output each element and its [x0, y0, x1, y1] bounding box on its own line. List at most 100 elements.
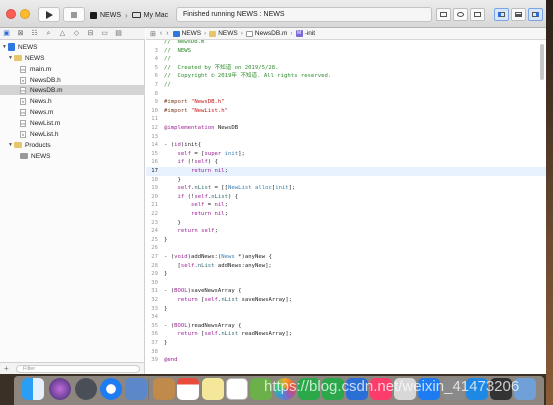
navigator-item-file[interactable]: m NewList.m: [20, 118, 60, 128]
code-line[interactable]: // NewsDB.m: [146, 40, 546, 47]
scheme-selector[interactable]: NEWS › My Mac: [90, 9, 168, 21]
close-window-button[interactable]: [6, 9, 16, 19]
navigator-item-group[interactable]: ▼ Products: [8, 140, 51, 150]
standard-editor-button[interactable]: [436, 8, 451, 21]
breadcrumb-item[interactable]: NEWS: [182, 30, 202, 37]
code-line[interactable]: 27 - (void)addNews:(News *)anyNew {: [146, 253, 546, 262]
mail-dock-icon[interactable]: [125, 378, 147, 400]
calendar-dock-icon[interactable]: [177, 378, 199, 400]
navigator-item-file[interactable]: m News.m: [20, 107, 53, 117]
navigator-item-label: NEWS: [25, 54, 45, 62]
code-line[interactable]: 13: [146, 133, 546, 142]
line-number: 8: [154, 90, 158, 97]
add-icon[interactable]: +: [4, 364, 9, 373]
code-line[interactable]: 34: [146, 313, 546, 322]
filter-input[interactable]: Filter: [16, 365, 140, 373]
hierarchy-icon[interactable]: ☷: [30, 30, 39, 38]
code-line[interactable]: 38: [146, 348, 546, 357]
line-number: 31: [151, 288, 158, 295]
code-line[interactable]: 25}: [146, 236, 546, 245]
navigator-item-file-selected[interactable]: m NewsDB.m: [0, 85, 145, 95]
code-line[interactable]: 36 return [self.nList readNewsArray];: [146, 330, 546, 339]
reminders-dock-icon[interactable]: [226, 378, 248, 400]
related-items-icon[interactable]: ⊞: [150, 30, 156, 38]
debug-icon[interactable]: ⊟: [86, 30, 95, 38]
source-editor[interactable]: // NewsDB.m 3 // NEWS 4 // 5 // Created by 不知道…: [146, 40, 546, 374]
code-line[interactable]: 16 if (!self) {: [146, 158, 546, 167]
safari-dock-icon[interactable]: [100, 378, 122, 400]
line-number: 30: [151, 279, 158, 286]
code-line[interactable]: 24 return self;: [146, 227, 546, 236]
navigator-item-file[interactable]: h News.h: [20, 96, 52, 106]
code-line[interactable]: 29}: [146, 270, 546, 279]
code-line[interactable]: 4 //: [146, 55, 546, 64]
code-line[interactable]: 14 - (id)init{: [146, 141, 546, 150]
finder-dock-icon[interactable]: [22, 378, 44, 400]
version-editor-button[interactable]: [470, 8, 485, 21]
navigator-toggle-button[interactable]: [494, 8, 509, 21]
code-line[interactable]: 37}: [146, 339, 546, 348]
stop-button[interactable]: [63, 7, 85, 22]
code-line[interactable]: 17 return nil;: [146, 167, 546, 176]
code-text: return self;: [177, 228, 218, 235]
code-line[interactable]: 21 self = nil;: [146, 201, 546, 210]
run-button[interactable]: [38, 7, 60, 22]
code-line[interactable]: 15 self = [super init];: [146, 150, 546, 159]
contacts-dock-icon[interactable]: [153, 378, 175, 400]
folder-icon[interactable]: ▣: [2, 30, 11, 38]
code-line[interactable]: 3 // NEWS: [146, 47, 546, 56]
notes-dock-icon[interactable]: [202, 378, 224, 400]
code-text: // Copyright © 2019年 不知道. All rights res…: [164, 73, 332, 80]
code-line[interactable]: 7 //: [146, 81, 546, 90]
chevron-right-icon: ›: [125, 10, 128, 20]
assistant-editor-button[interactable]: [453, 8, 468, 21]
code-line[interactable]: 30: [146, 279, 546, 288]
navigator-item-project[interactable]: ▼ NEWS: [2, 42, 38, 52]
code-line[interactable]: 23 }: [146, 219, 546, 228]
warning-icon[interactable]: △: [58, 30, 67, 38]
line-number: 35: [151, 322, 158, 329]
report-icon[interactable]: ▤: [114, 30, 123, 38]
back-arrow-icon[interactable]: ‹: [160, 30, 162, 37]
navigator-item-product[interactable]: NEWS: [20, 151, 51, 161]
code-line[interactable]: 10 #import "NewList.h": [146, 107, 546, 116]
code-line[interactable]: 26: [146, 244, 546, 253]
code-line[interactable]: 20 if (!self.nList) {: [146, 193, 546, 202]
code-text: self = nil;: [190, 202, 229, 209]
code-text: #import "NewsDB.h": [164, 99, 225, 106]
code-line[interactable]: 18 }: [146, 176, 546, 185]
code-line[interactable]: 9 #import "NewsDB.h": [146, 98, 546, 107]
breakpoint-icon[interactable]: ▭: [100, 30, 109, 38]
code-line[interactable]: 33}: [146, 305, 546, 314]
breadcrumb-item[interactable]: NEWS: [218, 30, 238, 37]
search-icon[interactable]: ⌕: [44, 30, 53, 38]
code-text: }: [164, 176, 181, 183]
inspector-toggle-button[interactable]: [528, 8, 543, 21]
code-line[interactable]: 35 - (BOOL)readNewsArray {: [146, 322, 546, 331]
code-line[interactable]: 6 // Copyright © 2019年 不知道. All rights re…: [146, 72, 546, 81]
forward-arrow-icon[interactable]: ›: [166, 30, 168, 37]
navigator-item-file[interactable]: h NewList.h: [20, 129, 59, 139]
navigator-item-file[interactable]: m main.m: [20, 64, 51, 74]
debug-area-toggle-button[interactable]: [511, 8, 526, 21]
minimize-window-button[interactable]: [20, 9, 30, 19]
code-line[interactable]: 28 [self.nList addNews:anyNew];: [146, 262, 546, 271]
code-line[interactable]: 5 // Created by 不知道 on 2019/5/28.: [146, 64, 546, 73]
code-line[interactable]: 22 return nil;: [146, 210, 546, 219]
code-line[interactable]: 31 - (BOOL)saveNewsArray {: [146, 287, 546, 296]
navigator-item-file[interactable]: h NewsDB.h: [20, 75, 61, 85]
code-line[interactable]: 32 return [self.nList saveNewsArray];: [146, 296, 546, 305]
launchpad-dock-icon[interactable]: [75, 378, 97, 400]
code-line[interactable]: 39 @end: [146, 356, 546, 365]
siri-dock-icon[interactable]: [49, 378, 71, 400]
code-line[interactable]: 12 @implementation NewsDB: [146, 124, 546, 133]
line-number: 36: [151, 331, 158, 338]
test-icon[interactable]: ◇: [72, 30, 81, 38]
code-line[interactable]: 11: [146, 115, 546, 124]
code-line[interactable]: 8: [146, 90, 546, 99]
code-line[interactable]: 19 self.nList = [[NewList alloc]init];: [146, 184, 546, 193]
navigator-item-group[interactable]: ▼ NEWS: [8, 53, 45, 63]
breadcrumb-item[interactable]: -init: [305, 30, 315, 37]
source-control-icon[interactable]: ⊠: [16, 30, 25, 38]
breadcrumb-item[interactable]: NewsDB.m: [255, 30, 288, 37]
